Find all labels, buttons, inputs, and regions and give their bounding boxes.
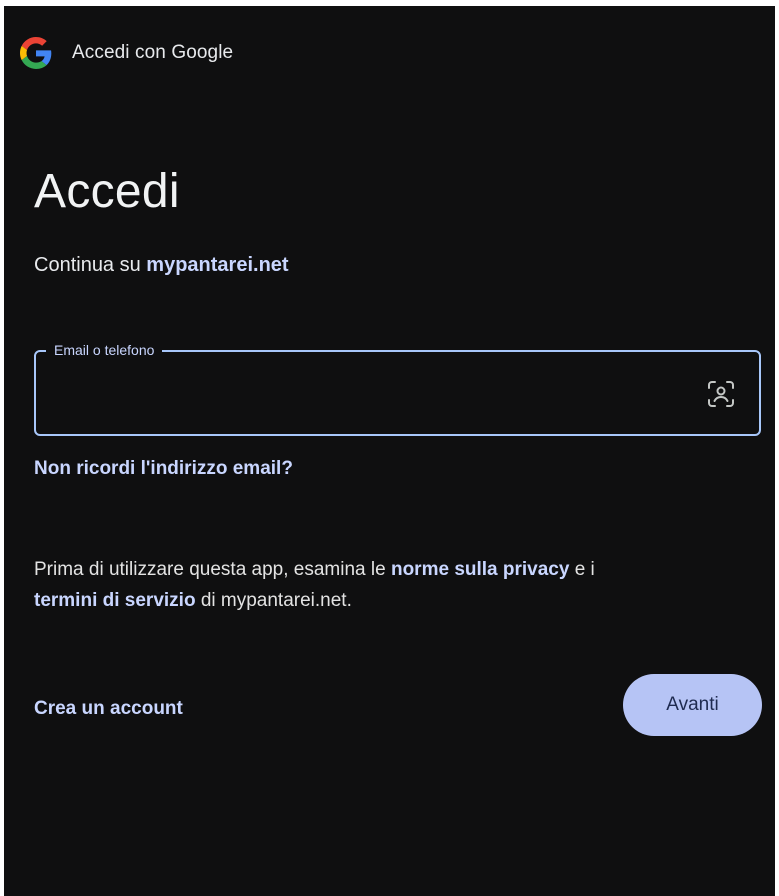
google-logo-icon bbox=[20, 37, 52, 69]
privacy-notice: Prima di utilizzare questa app, esamina … bbox=[34, 554, 734, 616]
email-input[interactable] bbox=[50, 374, 694, 416]
header-title: Accedi con Google bbox=[72, 42, 234, 63]
notice-text-3: di mypantarei.net. bbox=[195, 590, 352, 611]
email-field[interactable]: Email o telefono bbox=[34, 341, 761, 436]
subtitle: Continua su mypantarei.net bbox=[34, 254, 289, 277]
next-button[interactable]: Avanti bbox=[623, 674, 762, 736]
create-account-link[interactable]: Crea un account bbox=[34, 698, 183, 720]
privacy-policy-link[interactable]: norme sulla privacy bbox=[391, 559, 569, 580]
terms-of-service-link[interactable]: termini di servizio bbox=[34, 590, 196, 611]
page-title: Accedi bbox=[34, 165, 180, 218]
subtitle-domain: mypantarei.net bbox=[146, 254, 289, 276]
window-header: Accedi con Google bbox=[20, 36, 233, 70]
subtitle-prefix: Continua su bbox=[34, 254, 147, 276]
notice-text-2: e i bbox=[569, 559, 595, 580]
face-scan-icon[interactable] bbox=[705, 378, 737, 410]
email-field-label: Email o telefono bbox=[46, 341, 163, 359]
forgot-email-link[interactable]: Non ricordi l'indirizzo email? bbox=[34, 458, 293, 480]
sign-in-window: Accedi con Google Accedi Continua su myp… bbox=[4, 6, 775, 896]
notice-text-1: Prima di utilizzare questa app, esamina … bbox=[34, 559, 391, 580]
